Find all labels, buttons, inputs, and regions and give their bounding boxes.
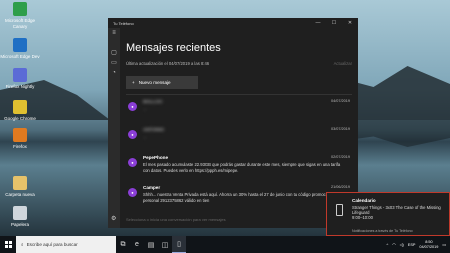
conversation-item[interactable]: ● MALLOC 04/07/2019...: [126, 98, 352, 122]
task-view-icon[interactable]: ⧉: [116, 236, 130, 253]
message-preview: ...: [143, 106, 147, 111]
messages-icon[interactable]: ▭: [108, 58, 120, 68]
volume-icon[interactable]: ◁): [400, 242, 404, 247]
app-icon: [13, 2, 27, 16]
contact-name: Camper: [143, 185, 161, 190]
system-tray: ^ ◠ ◁) ESP 8:50 04/07/2019 ▭: [386, 240, 450, 250]
app-icon: [13, 206, 27, 220]
window-title: Tu Teléfono: [113, 20, 134, 26]
refresh-link[interactable]: Actualizar: [334, 61, 352, 66]
desktop-icon-label: Firefox Nightly: [5, 84, 35, 89]
message-date: 04/07/2019: [330, 99, 350, 103]
settings-icon[interactable]: ⚙: [111, 215, 116, 222]
desktop-icon-label: Carpeta nueva: [5, 192, 35, 197]
close-button[interactable]: ✕: [342, 20, 358, 26]
messages-pane: Mensajes recientes Última actualización …: [120, 28, 358, 228]
plus-icon: +: [132, 80, 135, 85]
desktop-icon[interactable]: Firefox Nightly: [0, 68, 40, 90]
menu-icon[interactable]: ≡: [108, 28, 120, 38]
desktop-icon[interactable]: Papelera: [0, 206, 40, 228]
message-date: 03/07/2019: [330, 127, 350, 131]
app-icon: [13, 38, 27, 52]
message-preview: Shhh... nuestra Venta Privada está aquí.…: [143, 192, 335, 203]
conversation-item[interactable]: ● ANTONIO 03/07/2019...: [126, 126, 352, 150]
desktop-icon[interactable]: Firefox: [0, 128, 40, 150]
message-preview: ...: [143, 134, 147, 139]
taskbar-search-box[interactable]: ⌕ Escribe aquí para buscar: [16, 236, 116, 253]
clock[interactable]: 8:50 04/07/2019: [419, 240, 438, 250]
compose-hint: Selecciona o inicia una conversación par…: [126, 217, 226, 222]
tray-chevron-icon[interactable]: ^: [386, 243, 388, 247]
language-indicator[interactable]: ESP: [408, 243, 416, 247]
new-message-button[interactable]: + Nuevo mensaje: [126, 76, 198, 89]
your-phone-taskbar-icon[interactable]: ▯: [172, 236, 186, 253]
message-date: 21/06/2019: [330, 185, 350, 189]
start-button[interactable]: [0, 236, 16, 253]
action-center-icon[interactable]: ▭: [442, 242, 446, 247]
last-updated-text: Última actualización el 04/07/2019 a las…: [126, 61, 210, 66]
notifications-icon[interactable]: ◔: [108, 68, 120, 78]
app-icon: [13, 128, 27, 142]
desktop-icon[interactable]: Carpeta nueva: [0, 176, 40, 198]
store-icon[interactable]: ◫: [158, 236, 172, 253]
left-navigation: ≡ ▢ ▭ ◔ ⚙: [108, 28, 120, 228]
contact-avatar: ●: [128, 102, 137, 111]
app-icon: [13, 176, 27, 190]
desktop-icon-label: Microsoft Edge Canary: [4, 18, 35, 29]
network-icon[interactable]: ◠: [392, 242, 395, 247]
desktop-icon-label: Papelera: [10, 222, 29, 227]
desktop-icon-label: Microsoft Edge Dev: [0, 54, 40, 59]
edge-icon[interactable]: e: [130, 236, 144, 253]
desktop-icon[interactable]: Microsoft Edge Dev: [0, 38, 40, 60]
taskbar: ⌕ Escribe aquí para buscar ⧉ e ▤ ◫ ▯ ^ ◠…: [0, 236, 450, 253]
calendar-notification-toast[interactable]: Calendario Stranger Things - 3x03 The Ca…: [326, 192, 450, 236]
contact-name: PepePhone: [143, 155, 169, 160]
contact-avatar: ●: [128, 130, 137, 139]
app-icon: [13, 100, 27, 114]
toast-time: 9:00–10:00: [352, 215, 373, 221]
phone-icon: [336, 204, 343, 216]
contact-name: ANTONIO: [143, 127, 165, 132]
divider: [126, 94, 352, 95]
contact-avatar: ●: [128, 158, 137, 167]
desktop-icon[interactable]: Microsoft Edge Canary: [0, 2, 40, 29]
message-date: 02/07/2019: [330, 155, 350, 159]
page-title: Mensajes recientes: [126, 42, 221, 54]
window-titlebar: Tu Teléfono — ☐ ✕: [108, 18, 358, 28]
desktop-icon[interactable]: Google Chrome: [0, 100, 40, 122]
new-message-label: Nuevo mensaje: [138, 80, 171, 85]
your-phone-window: Tu Teléfono — ☐ ✕ ≡ ▢ ▭ ◔ ⚙ Mensajes rec…: [108, 18, 358, 228]
toast-title: Calendario: [352, 198, 376, 203]
desktop-background: Microsoft Edge Canary Microsoft Edge Dev F…: [0, 0, 450, 236]
clock-date: 04/07/2019: [419, 244, 439, 249]
conversation-item[interactable]: ● PepePhone 02/07/2019 El mes pasado acumul…: [126, 154, 352, 178]
app-icon: [13, 68, 27, 82]
contact-name: MALLOC: [143, 99, 163, 104]
desktop-icon-label: Firefox: [13, 144, 27, 149]
desktop-icon-label: Google Chrome: [4, 116, 36, 121]
search-placeholder: Escribe aquí para buscar: [26, 242, 78, 247]
photos-icon[interactable]: ▢: [108, 48, 120, 58]
minimize-button[interactable]: —: [310, 20, 326, 26]
search-icon: ⌕: [21, 242, 24, 247]
message-preview: El mes pasado acumulaste 22.93GB que pod…: [143, 162, 341, 173]
contact-avatar: ●: [128, 188, 137, 197]
toast-footer: Notificaciones a través de Tu Teléfono: [352, 229, 413, 233]
maximize-button[interactable]: ☐: [326, 20, 342, 26]
file-explorer-icon[interactable]: ▤: [144, 236, 158, 253]
windows-logo-icon: [4, 241, 12, 248]
conversation-item[interactable]: ● Camper 21/06/2019 Shhh... nuestra Venta P…: [126, 184, 352, 208]
toast-body: Stranger Things - 3x03 The Case of the M…: [352, 205, 448, 221]
toast-event: Stranger Things - 3x03 The Case of the M…: [352, 205, 441, 216]
